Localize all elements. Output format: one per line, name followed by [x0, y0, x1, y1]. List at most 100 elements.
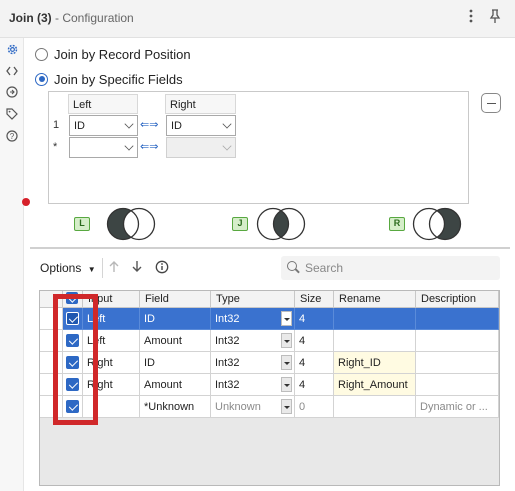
chevron-down-icon	[124, 141, 134, 151]
keep-checkbox[interactable]	[66, 400, 79, 413]
left-venn-icon	[106, 207, 156, 241]
help-icon[interactable]: ?	[4, 130, 20, 146]
rename-cell[interactable]	[334, 308, 416, 330]
type-select[interactable]: Int32	[211, 374, 295, 396]
size-cell[interactable]: 4	[295, 374, 334, 396]
join-by-fields-option[interactable]: Join by Specific Fields	[35, 70, 183, 88]
rename-cell[interactable]	[334, 330, 416, 352]
dropdown-arrow-icon[interactable]	[281, 311, 292, 326]
options-menu[interactable]: Options ▼	[40, 261, 96, 275]
table-row[interactable]: *Unknown Unknown 0 Dynamic or ...	[40, 396, 499, 418]
left-field-value: ID	[74, 120, 85, 132]
right-column-header: Right	[165, 94, 236, 114]
dropdown-arrow-icon[interactable]	[281, 355, 292, 370]
table-row[interactable]: Left ID Int32 4	[40, 308, 499, 330]
size-cell[interactable]: 4	[295, 352, 334, 374]
vertical-ellipsis-icon[interactable]	[462, 9, 480, 27]
row-selector[interactable]	[40, 352, 63, 374]
fields-table: Input Field Type Size Rename Description…	[39, 290, 500, 486]
code-icon[interactable]	[4, 65, 20, 81]
size-cell[interactable]: 4	[295, 308, 334, 330]
type-value: Int32	[215, 313, 240, 325]
type-select[interactable]: Int32	[211, 308, 295, 330]
new-row-marker: *	[53, 141, 58, 153]
keep-checkbox-cell[interactable]	[63, 374, 83, 396]
type-value: Unknown	[215, 401, 261, 413]
row-selector[interactable]	[40, 308, 63, 330]
panel-header: Join (3) - Configuration	[0, 0, 515, 38]
info-icon[interactable]	[155, 260, 169, 277]
radio-button-selected[interactable]	[35, 72, 48, 86]
table-row[interactable]: Right ID Int32 4 Right_ID	[40, 352, 499, 374]
field-cell: Amount	[140, 330, 211, 352]
field-cell: Amount	[140, 374, 211, 396]
radio-button[interactable]	[35, 47, 48, 61]
keep-checkbox[interactable]	[66, 334, 79, 347]
right-venn-icon	[412, 207, 462, 241]
rename-cell[interactable]: Right_Amount	[334, 374, 416, 396]
rename-cell[interactable]	[334, 396, 416, 418]
chevron-down-icon	[124, 119, 134, 129]
new-right-field-select	[166, 137, 236, 158]
column-header-input[interactable]: Input	[83, 291, 140, 308]
dropdown-arrow-icon[interactable]	[281, 333, 292, 348]
gear-icon[interactable]	[4, 43, 20, 59]
size-cell[interactable]: 0	[295, 396, 334, 418]
search-input[interactable]: Search	[281, 256, 500, 280]
table-row[interactable]: Right Amount Int32 4 Right_Amount	[40, 374, 499, 396]
swap-arrows-icon[interactable]: ⇐⇒	[140, 119, 162, 131]
search-placeholder: Search	[305, 261, 344, 275]
description-cell[interactable]: Dynamic or ...	[416, 396, 499, 418]
size-cell[interactable]: 4	[295, 330, 334, 352]
column-header-size[interactable]: Size	[295, 291, 334, 308]
row-selector[interactable]	[40, 330, 63, 352]
row-selector[interactable]	[40, 374, 63, 396]
row-number: 1	[53, 119, 60, 131]
tool-name: Join (3)	[9, 11, 52, 25]
column-header-rename[interactable]: Rename	[334, 291, 416, 308]
arrow-circle-icon[interactable]	[4, 86, 20, 102]
keep-checkbox[interactable]	[66, 378, 79, 391]
toolbar-separator	[102, 258, 103, 278]
row-selector[interactable]	[40, 396, 63, 418]
keep-checkbox[interactable]	[66, 356, 79, 369]
new-left-field-select[interactable]	[69, 137, 138, 158]
column-header-type[interactable]: Type	[211, 291, 295, 308]
keep-checkbox-cell[interactable]	[63, 330, 83, 352]
dropdown-arrow-icon[interactable]	[281, 377, 292, 392]
keep-checkbox[interactable]	[66, 312, 79, 325]
tag-icon[interactable]	[4, 108, 20, 124]
keep-checkbox-cell[interactable]	[63, 308, 83, 330]
description-cell[interactable]	[416, 374, 499, 396]
move-up-icon[interactable]	[108, 260, 120, 276]
input-cell: Right	[83, 352, 140, 374]
row-header-corner	[40, 291, 63, 308]
column-header-description[interactable]: Description	[416, 291, 499, 308]
join-by-position-option[interactable]: Join by Record Position	[35, 45, 191, 63]
type-select[interactable]: Int32	[211, 330, 295, 352]
description-cell[interactable]	[416, 352, 499, 374]
search-icon	[287, 261, 297, 271]
right-field-select[interactable]: ID	[166, 115, 236, 136]
table-row[interactable]: Left Amount Int32 4	[40, 330, 499, 352]
dropdown-arrow-icon[interactable]	[281, 399, 292, 414]
rename-cell[interactable]: Right_ID	[334, 352, 416, 374]
description-cell[interactable]	[416, 308, 499, 330]
type-select[interactable]: Unknown	[211, 396, 295, 418]
description-cell[interactable]	[416, 330, 499, 352]
input-cell	[83, 396, 140, 418]
select-all-header[interactable]	[63, 291, 83, 308]
remove-row-button[interactable]	[481, 93, 501, 113]
left-field-select[interactable]: ID	[69, 115, 138, 136]
column-header-field[interactable]: Field	[140, 291, 211, 308]
pin-icon[interactable]	[486, 9, 504, 27]
select-all-checkbox[interactable]	[66, 292, 78, 304]
swap-arrows-icon[interactable]: ⇐⇒	[140, 141, 162, 153]
keep-checkbox-cell[interactable]	[63, 352, 83, 374]
keep-checkbox-cell[interactable]	[63, 396, 83, 418]
type-value: Int32	[215, 379, 240, 391]
join-anchor-badge: J	[232, 217, 248, 231]
left-column-header: Left	[68, 94, 138, 114]
move-down-icon[interactable]	[131, 260, 143, 276]
type-select[interactable]: Int32	[211, 352, 295, 374]
